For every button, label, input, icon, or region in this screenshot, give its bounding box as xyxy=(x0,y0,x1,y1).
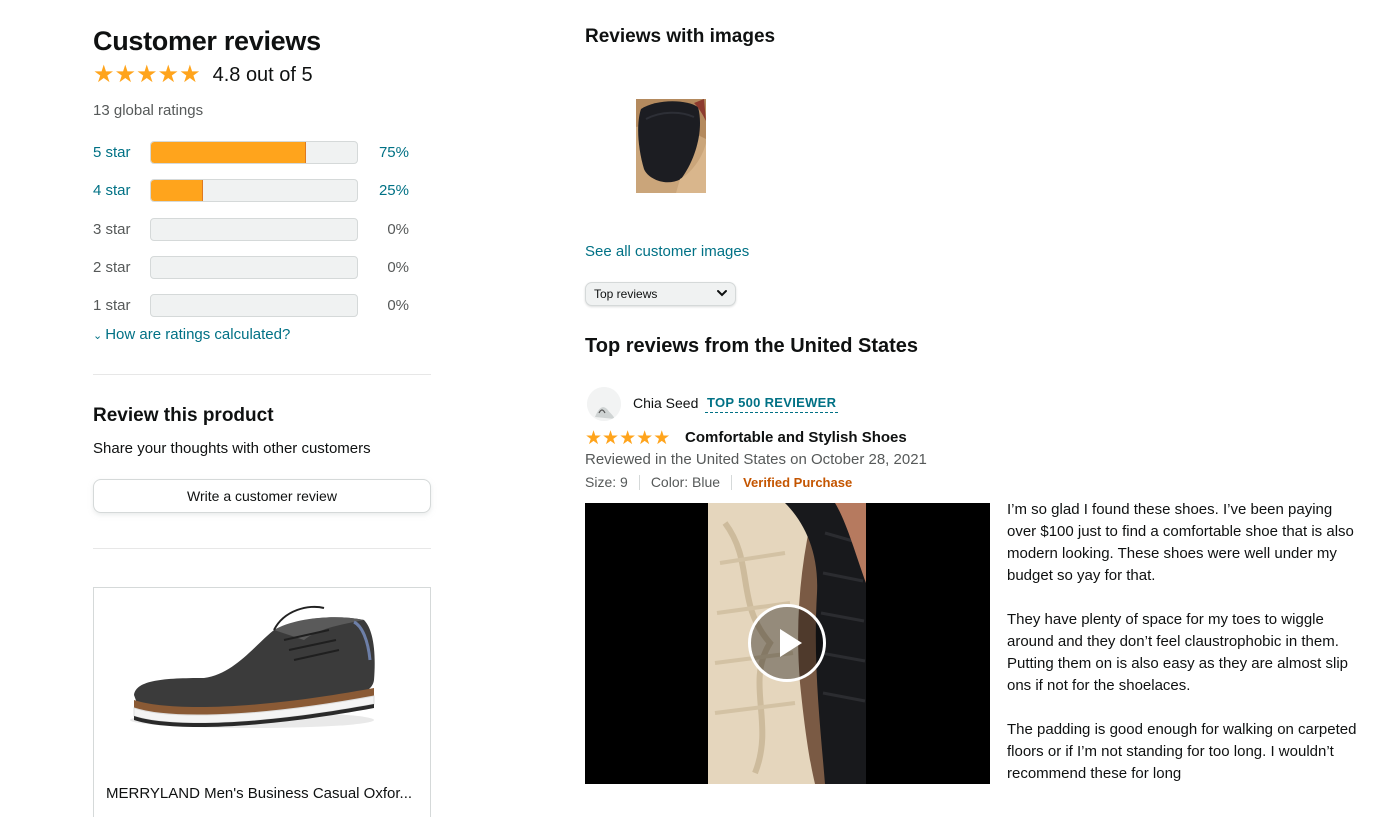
star-icon: ★ xyxy=(179,61,201,88)
histogram-bar xyxy=(150,217,358,241)
avatar-icon xyxy=(587,387,621,421)
histogram-percent[interactable]: 25% xyxy=(358,182,409,199)
histogram-bar[interactable] xyxy=(150,140,358,164)
review-title-link[interactable]: Comfortable and Stylish Shoes xyxy=(685,429,907,446)
sort-selected-value[interactable]: Top reviews xyxy=(594,287,657,301)
product-image[interactable] xyxy=(124,600,394,750)
top-reviews-heading: Top reviews from the United States xyxy=(585,335,919,357)
reviewer-name[interactable]: Chia Seed xyxy=(633,395,698,411)
histogram-percent: 0% xyxy=(387,296,409,314)
histogram-label[interactable]: 4 star xyxy=(93,182,150,199)
meta-separator xyxy=(638,474,640,490)
histogram-fill xyxy=(151,179,203,201)
histogram-label: 3 star xyxy=(93,220,131,238)
reviews-summary-column: Customer reviews ★ ★ ★ ★ ★ 4.8 out of 5 … xyxy=(93,0,431,817)
star-icon: ★ xyxy=(157,61,180,88)
histogram-bar xyxy=(150,293,358,317)
histogram-row-3-star: 3 star 0% xyxy=(93,217,431,241)
top-reviewer-badge[interactable]: TOP 500 REVIEWER xyxy=(705,393,839,413)
reviewer-avatar[interactable] xyxy=(587,387,621,421)
product-card[interactable]: MERRYLAND Men's Business Casual Oxfor... xyxy=(93,587,431,817)
reviews-with-images-title: Reviews with images xyxy=(585,26,776,47)
histogram-label: 1 star xyxy=(93,296,131,314)
histogram-row-1-star: 1 star 0% xyxy=(93,293,431,317)
chevron-down-icon xyxy=(717,290,727,297)
average-stars: ★ ★ ★ ★ ★ xyxy=(93,63,201,87)
histogram-bar[interactable] xyxy=(150,178,358,202)
play-button[interactable] xyxy=(748,604,826,682)
global-ratings-count: 13 global ratings xyxy=(93,102,204,119)
write-review-button[interactable]: Write a customer review xyxy=(93,479,431,513)
star-icon: ★ xyxy=(585,428,603,449)
histogram-row-4-star[interactable]: 4 star 25% xyxy=(93,178,431,202)
star-icon: ★ xyxy=(93,61,115,88)
see-all-customer-images-link[interactable]: See all customer images xyxy=(585,243,749,260)
sort-reviews-select[interactable]: Top reviews xyxy=(585,282,736,306)
review-size[interactable]: Size: 9 xyxy=(585,474,628,490)
review-paragraph: They have plenty of space for my toes to… xyxy=(1007,611,1339,650)
histogram-percent: 0% xyxy=(387,258,409,276)
chevron-down-icon: ⌄ xyxy=(93,330,103,342)
histogram-row-2-star: 2 star 0% xyxy=(93,255,431,279)
star-icon: ★ xyxy=(136,61,158,88)
histogram-percent: 0% xyxy=(387,220,409,238)
average-rating-row: ★ ★ ★ ★ ★ 4.8 out of 5 xyxy=(93,63,313,87)
star-icon: ★ xyxy=(619,428,637,449)
review-stars[interactable]: ★ ★ ★ ★ ★ xyxy=(585,429,670,448)
histogram-bar xyxy=(150,255,358,279)
review-date: Reviewed in the United States on October… xyxy=(585,451,927,468)
play-icon xyxy=(780,629,802,657)
section-divider xyxy=(93,548,431,549)
section-divider xyxy=(93,374,431,375)
customer-reviews-title: Customer reviews xyxy=(93,26,321,56)
review-video-player[interactable] xyxy=(585,503,990,784)
star-icon: ★ xyxy=(653,428,671,449)
meta-separator xyxy=(731,474,733,490)
review-paragraph: Putting them on is also easy as they are… xyxy=(1007,655,1349,694)
review-body: I’m so glad I found these shoes. I’ve be… xyxy=(1007,499,1362,785)
average-rating-text: 4.8 out of 5 xyxy=(212,63,313,86)
review-product-subtitle: Share your thoughts with other customers xyxy=(93,440,371,457)
customer-image-thumbnail[interactable] xyxy=(636,99,706,193)
histogram-percent[interactable]: 75% xyxy=(358,144,409,161)
product-title-link[interactable]: MERRYLAND Men's Business Casual Oxfor... xyxy=(106,785,424,802)
how-ratings-calculated-link[interactable]: ⌄ How are ratings calculated? xyxy=(93,326,290,343)
verified-purchase-badge: Verified Purchase xyxy=(743,474,853,490)
star-icon: ★ xyxy=(636,428,654,449)
star-icon: ★ xyxy=(602,428,620,449)
review-paragraph: The padding is good enough for walking o… xyxy=(1007,721,1357,782)
review-product-title: Review this product xyxy=(93,405,274,426)
review-paragraph: I’m so glad I found these shoes. I’ve be… xyxy=(1007,501,1354,584)
histogram-label: 2 star xyxy=(93,258,131,276)
how-ratings-label[interactable]: How are ratings calculated? xyxy=(105,326,290,343)
review-variant-info: Size: 9 Color: Blue Verified Purchase xyxy=(585,474,852,490)
histogram-row-5-star[interactable]: 5 star 75% xyxy=(93,140,431,164)
histogram-fill xyxy=(151,141,306,163)
histogram-label[interactable]: 5 star xyxy=(93,144,150,161)
review-color[interactable]: Color: Blue xyxy=(651,474,720,490)
customer-image[interactable] xyxy=(636,99,706,193)
star-icon: ★ xyxy=(114,61,137,88)
